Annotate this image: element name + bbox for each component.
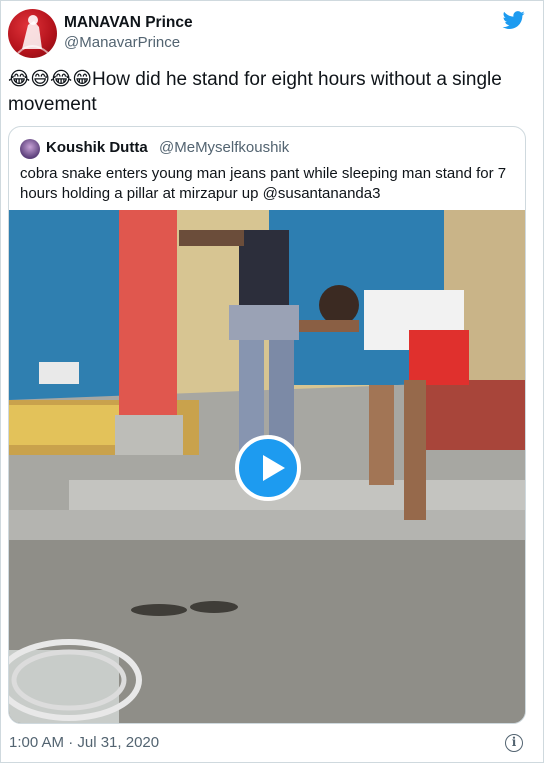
video-player[interactable] bbox=[9, 210, 525, 723]
info-icon[interactable]: i bbox=[505, 734, 523, 752]
tweet-card[interactable]: MANAVAN Prince @ManavarPrince 😂😅😂😁How di… bbox=[0, 0, 544, 763]
author-handle[interactable]: @ManavarPrince bbox=[64, 34, 180, 51]
author-name[interactable]: MANAVAN Prince bbox=[64, 14, 193, 32]
quoted-author-name[interactable]: Koushik Dutta bbox=[46, 139, 148, 156]
twitter-bird-icon[interactable] bbox=[502, 9, 526, 31]
tweet-timestamp[interactable]: 1:00 AM · Jul 31, 2020 bbox=[9, 734, 159, 751]
play-icon[interactable] bbox=[235, 435, 301, 501]
tweet-emojis: 😂😅😂😁 bbox=[8, 69, 93, 90]
quoted-tweet[interactable]: Koushik Dutta @MeMyselfkoushik cobra sna… bbox=[8, 126, 526, 724]
author-avatar[interactable] bbox=[8, 9, 57, 58]
quoted-author-handle[interactable]: @MeMyselfkoushik bbox=[159, 139, 289, 156]
tweet-text: 😂😅😂😁How did he stand for eight hours wit… bbox=[8, 67, 533, 117]
quoted-tweet-text: cobra snake enters young man jeans pant … bbox=[20, 165, 507, 202]
quoted-author-avatar[interactable] bbox=[20, 139, 40, 159]
